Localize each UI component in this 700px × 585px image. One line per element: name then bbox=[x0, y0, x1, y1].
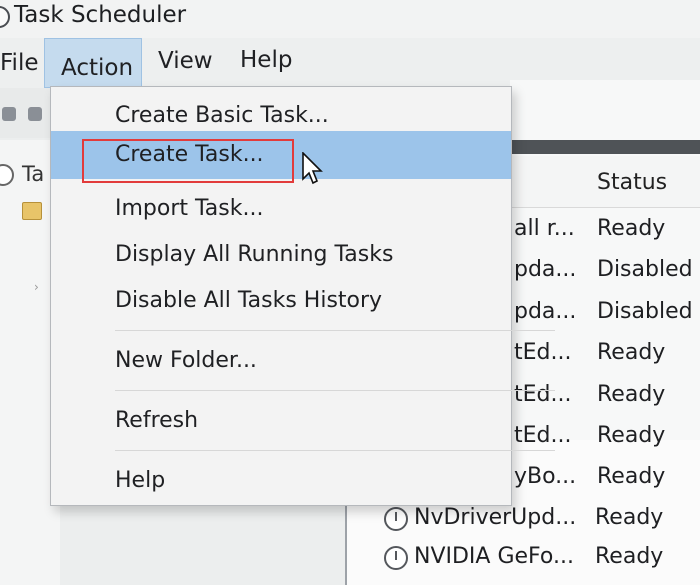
menu-item-new-folder[interactable]: New Folder... bbox=[51, 340, 511, 382]
task-row-status: Ready bbox=[595, 544, 664, 569]
clock-icon bbox=[384, 546, 408, 570]
task-row-status: Ready bbox=[597, 382, 666, 407]
tree-item-task-scheduler-library[interactable]: Ta bbox=[22, 162, 44, 186]
task-scheduler-app-icon bbox=[0, 6, 10, 28]
menu-item-import-task[interactable]: Import Task... bbox=[51, 188, 511, 230]
menu-separator bbox=[115, 390, 555, 391]
column-header-status[interactable]: Status bbox=[597, 170, 667, 195]
menu-separator bbox=[115, 330, 555, 331]
task-row-name[interactable]: tEd... bbox=[514, 423, 571, 448]
task-row-name[interactable]: NVIDIA GeFo... bbox=[414, 544, 574, 569]
highlight-outline bbox=[82, 139, 294, 183]
clock-icon bbox=[384, 507, 408, 531]
menu-help[interactable]: Help bbox=[226, 38, 306, 88]
task-row-status: Disabled bbox=[597, 299, 693, 324]
title-bar: Task Scheduler bbox=[0, 0, 700, 38]
menu-item-display-all-running-tasks[interactable]: Display All Running Tasks bbox=[51, 234, 511, 276]
task-row-name[interactable]: tEd... bbox=[514, 382, 571, 407]
menu-action[interactable]: Action bbox=[44, 38, 142, 88]
folder-icon[interactable] bbox=[22, 202, 42, 220]
task-row-status: Ready bbox=[595, 505, 664, 530]
task-row-status: Disabled bbox=[597, 257, 693, 282]
task-row-name[interactable]: all r... bbox=[514, 216, 575, 241]
clock-icon bbox=[0, 164, 14, 186]
forward-button[interactable] bbox=[28, 107, 42, 121]
task-row-name[interactable]: tEd... bbox=[514, 340, 571, 365]
menu-item-disable-all-tasks-history[interactable]: Disable All Tasks History bbox=[51, 280, 511, 322]
menu-item-help[interactable]: Help bbox=[51, 460, 511, 502]
back-button[interactable] bbox=[2, 107, 16, 121]
task-row-name[interactable]: pda... bbox=[514, 257, 576, 282]
panel-header-strip bbox=[510, 140, 700, 154]
menu-separator bbox=[115, 450, 555, 451]
menu-item-refresh[interactable]: Refresh bbox=[51, 400, 511, 442]
chevron-right-icon[interactable]: › bbox=[34, 280, 39, 294]
task-row-status: Ready bbox=[597, 464, 666, 489]
menu-view[interactable]: View bbox=[144, 38, 227, 88]
task-row-status: Ready bbox=[597, 340, 666, 365]
cursor-icon bbox=[302, 152, 323, 185]
task-row-name[interactable]: NvDriverUpd... bbox=[414, 505, 576, 530]
task-row-name[interactable]: pda... bbox=[514, 299, 576, 324]
task-row-name[interactable]: yBo... bbox=[514, 464, 576, 489]
window-title: Task Scheduler bbox=[14, 2, 187, 28]
task-row-status: Ready bbox=[597, 216, 666, 241]
task-row-status: Ready bbox=[597, 423, 666, 448]
